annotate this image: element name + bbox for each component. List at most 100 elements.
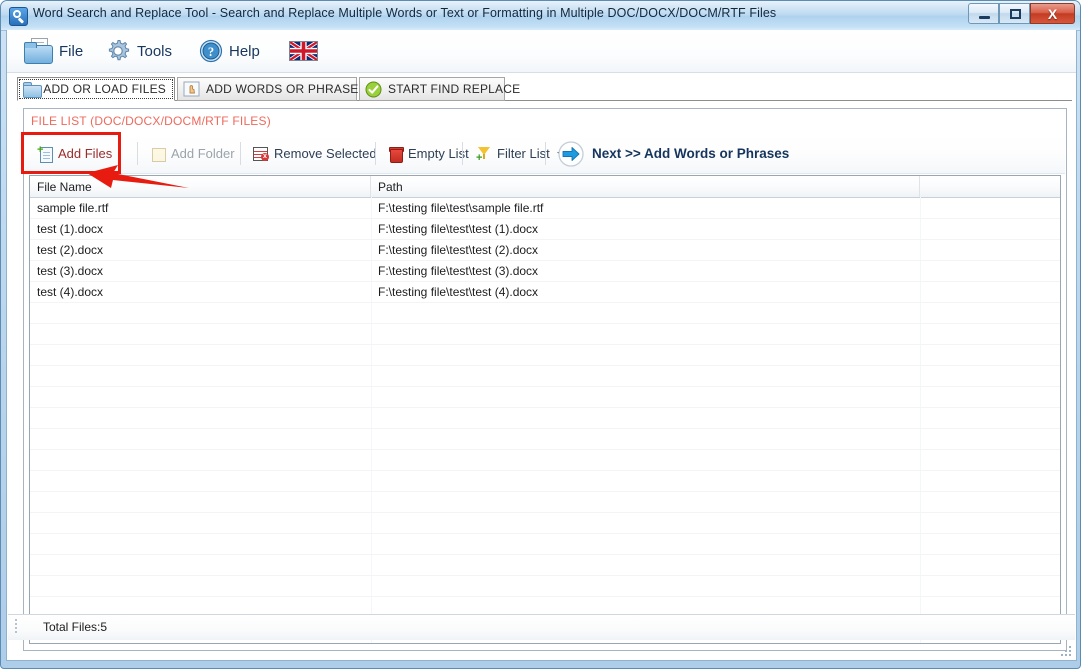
table-row-empty bbox=[30, 491, 1060, 513]
magnifier-icon bbox=[9, 7, 28, 26]
tab-bar: ADD OR LOAD FILES ADD WORDS OR PHRASES S… bbox=[17, 77, 1072, 101]
add-folder-icon bbox=[150, 146, 166, 162]
minimize-icon bbox=[979, 16, 990, 19]
toolbar-separator bbox=[137, 142, 138, 165]
column-header-file-name[interactable]: File Name bbox=[30, 176, 371, 197]
add-folder-button[interactable]: Add Folder bbox=[142, 137, 243, 170]
cell-path: F:\testing file\test\sample file.rtf bbox=[378, 200, 544, 215]
add-files-label: Add Files bbox=[58, 146, 113, 161]
tab-add-words-or-phrases-label: ADD WORDS OR PHRASES bbox=[206, 82, 367, 96]
table-row[interactable]: test (3).docx F:\testing file\test\test (… bbox=[30, 260, 1060, 282]
close-icon: X bbox=[1047, 5, 1058, 22]
gear-icon bbox=[105, 38, 131, 64]
question-circle-icon: ? bbox=[199, 39, 223, 63]
toolbar-separator bbox=[240, 142, 241, 165]
table-row-empty bbox=[30, 533, 1060, 555]
menu-bar: File Tools ? Help bbox=[7, 30, 1076, 73]
table-row-empty bbox=[30, 449, 1060, 471]
add-file-icon: + bbox=[37, 144, 53, 163]
cell-file-name: test (3).docx bbox=[37, 263, 104, 278]
table-row-empty bbox=[30, 575, 1060, 597]
filter-funnel-icon: + bbox=[476, 146, 492, 163]
table-row-empty bbox=[30, 554, 1060, 576]
cell-extra bbox=[920, 239, 1060, 260]
cell-file-name: test (1).docx bbox=[37, 221, 104, 236]
file-list-toolbar: + Add Files Add Folder x Remove Selected… bbox=[25, 134, 1065, 174]
cell-file-name: test (2).docx bbox=[37, 242, 104, 257]
cell-path: F:\testing file\test\test (4).docx bbox=[378, 284, 539, 299]
table-row-empty bbox=[30, 302, 1060, 324]
cell-extra bbox=[920, 281, 1060, 302]
window-title: Word Search and Replace Tool - Search an… bbox=[33, 6, 777, 20]
menu-item-language[interactable] bbox=[288, 30, 319, 72]
cell-file-name: sample file.rtf bbox=[37, 200, 109, 215]
remove-row-icon: x bbox=[253, 146, 269, 161]
file-list-header: File Name Path bbox=[30, 176, 1060, 198]
add-files-button[interactable]: + Add Files bbox=[29, 137, 120, 170]
status-grip-icon bbox=[15, 619, 19, 635]
hand-pointer-icon bbox=[183, 81, 200, 97]
toolbar-separator bbox=[375, 142, 376, 165]
next-add-words-button[interactable]: Next >> Add Words or Phrases bbox=[550, 137, 797, 170]
resize-grip-icon[interactable] bbox=[1060, 645, 1073, 658]
table-row-empty bbox=[30, 470, 1060, 492]
cell-path: F:\testing file\test\test (2).docx bbox=[378, 242, 539, 257]
menu-item-help-label: Help bbox=[229, 42, 260, 60]
next-add-words-label: Next >> Add Words or Phrases bbox=[592, 146, 790, 161]
blue-right-arrow-icon bbox=[558, 140, 584, 167]
status-total-files: Total Files:5 bbox=[43, 620, 108, 634]
cell-extra bbox=[920, 197, 1060, 218]
cell-file-name: test (4).docx bbox=[37, 284, 104, 299]
tab-start-find-replace-label: START FIND REPLACE bbox=[388, 82, 521, 96]
remove-selected-button[interactable]: x Remove Selected bbox=[245, 137, 385, 170]
client-area: File Tools ? Help ADD OR LOAD FILES ADD … bbox=[6, 30, 1077, 661]
menu-item-file[interactable]: File bbox=[23, 30, 83, 72]
application-window: Word Search and Replace Tool - Search an… bbox=[0, 0, 1081, 669]
title-bar[interactable]: Word Search and Replace Tool - Search an… bbox=[1, 1, 1080, 31]
table-row[interactable]: test (1).docx F:\testing file\test\test (… bbox=[30, 218, 1060, 240]
table-row[interactable]: sample file.rtf F:\testing file\test\samp… bbox=[30, 197, 1060, 219]
file-list-view[interactable]: File Name Path sample file.rtf F:\testing… bbox=[29, 175, 1061, 644]
panel-title: FILE LIST (DOC/DOCX/DOCM/RTF FILES) bbox=[31, 114, 271, 128]
table-row-empty bbox=[30, 512, 1060, 534]
green-check-icon bbox=[365, 81, 382, 98]
tab-add-or-load-files-label: ADD OR LOAD FILES bbox=[43, 82, 166, 96]
menu-item-file-label: File bbox=[59, 42, 84, 60]
cell-extra bbox=[920, 260, 1060, 281]
column-header-extra[interactable] bbox=[920, 176, 1060, 197]
empty-list-label: Empty List bbox=[408, 146, 469, 161]
add-folder-label: Add Folder bbox=[171, 146, 235, 161]
filter-list-label: Filter List bbox=[497, 146, 550, 161]
toolbar-separator bbox=[545, 142, 546, 165]
table-row-empty bbox=[30, 386, 1060, 408]
table-row-empty bbox=[30, 344, 1060, 366]
table-row-empty bbox=[30, 365, 1060, 387]
column-header-path[interactable]: Path bbox=[371, 176, 920, 197]
tab-add-words-or-phrases[interactable]: ADD WORDS OR PHRASES bbox=[177, 77, 366, 101]
toolbar-separator bbox=[462, 142, 463, 165]
file-list-panel: FILE LIST (DOC/DOCX/DOCM/RTF FILES) + Ad… bbox=[23, 108, 1067, 651]
uk-flag-icon bbox=[288, 40, 319, 62]
maximize-icon bbox=[1010, 9, 1021, 19]
cell-path: F:\testing file\test\test (1).docx bbox=[378, 221, 539, 236]
table-row[interactable]: test (4).docx F:\testing file\test\test (… bbox=[30, 281, 1060, 303]
menu-item-tools-label: Tools bbox=[137, 42, 173, 60]
close-button[interactable]: X bbox=[1030, 3, 1075, 24]
tab-start-find-replace[interactable]: START FIND REPLACE bbox=[359, 77, 520, 101]
cell-path: F:\testing file\test\test (3).docx bbox=[378, 263, 539, 278]
status-bar: Total Files:5 bbox=[8, 614, 1075, 640]
table-row-empty bbox=[30, 323, 1060, 345]
minimize-button[interactable] bbox=[968, 3, 999, 24]
folder-icon bbox=[23, 38, 53, 64]
trash-can-icon bbox=[389, 146, 404, 163]
table-row-empty bbox=[30, 428, 1060, 450]
tab-underline bbox=[17, 100, 1072, 101]
menu-item-help[interactable]: ? Help bbox=[199, 30, 260, 72]
tab-add-or-load-files[interactable]: ADD OR LOAD FILES bbox=[17, 77, 175, 101]
table-row-empty bbox=[30, 407, 1060, 429]
cell-extra bbox=[920, 218, 1060, 239]
folder-icon bbox=[23, 81, 42, 98]
maximize-button[interactable] bbox=[999, 3, 1030, 24]
menu-item-tools[interactable]: Tools bbox=[105, 30, 172, 72]
table-row[interactable]: test (2).docx F:\testing file\test\test (… bbox=[30, 239, 1060, 261]
